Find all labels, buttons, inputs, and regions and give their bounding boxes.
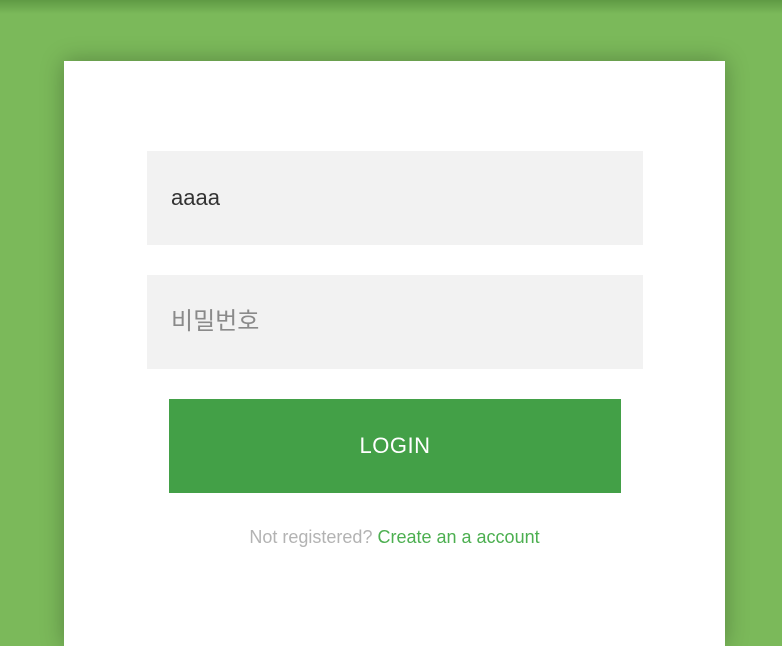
register-prompt-line: Not registered? Create an a account <box>64 527 725 548</box>
login-button[interactable]: LOGIN <box>169 399 621 493</box>
username-input[interactable] <box>147 151 643 245</box>
create-account-link[interactable]: Create an a account <box>377 527 539 547</box>
login-card: LOGIN Not registered? Create an a accoun… <box>64 61 725 646</box>
top-shadow <box>0 0 782 14</box>
password-input[interactable] <box>147 275 643 369</box>
register-prompt-text: Not registered? <box>249 527 373 547</box>
